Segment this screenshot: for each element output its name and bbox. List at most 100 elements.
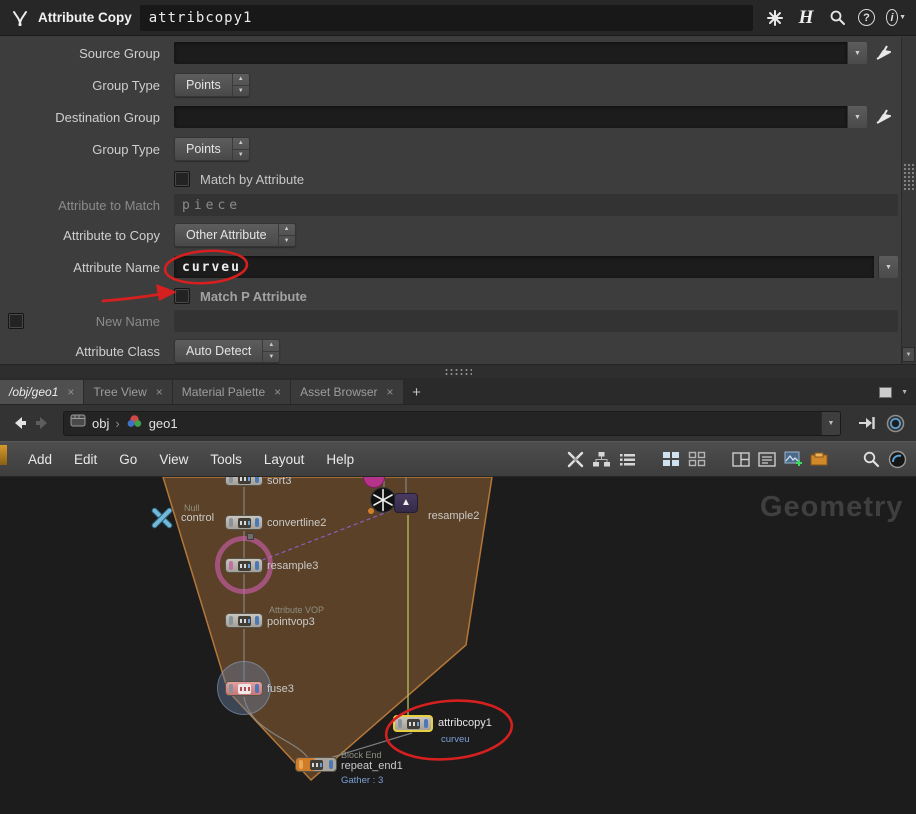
node-convertline2[interactable] <box>225 515 263 530</box>
close-icon[interactable]: × <box>67 385 74 399</box>
pin-icon[interactable] <box>855 412 879 434</box>
node-label-attribcopy1: attribcopy1 <box>438 717 492 729</box>
pane-link-badge[interactable] <box>0 445 7 465</box>
match-p-attribute-checkbox[interactable] <box>174 288 190 304</box>
close-icon[interactable]: × <box>274 385 281 399</box>
param-row-source-group: Source Group ▼ <box>0 40 898 66</box>
help-icon[interactable]: ? <box>858 9 875 26</box>
node-sort3[interactable] <box>225 477 263 486</box>
back-icon[interactable] <box>9 412 31 434</box>
menu-go[interactable]: Go <box>108 442 148 476</box>
menu-add[interactable]: Add <box>17 442 63 476</box>
tab-menu-icon[interactable]: ▼ <box>901 389 908 396</box>
new-tab-button[interactable]: + <box>404 380 430 404</box>
search-icon[interactable] <box>827 8 847 28</box>
attribute-name-menu-button[interactable]: ▼ <box>878 256 898 278</box>
node-name-input[interactable]: attribcopy1 <box>139 4 753 31</box>
link-radio-icon[interactable] <box>883 412 907 434</box>
param-row-match-by-attribute: Match by Attribute <box>0 166 898 192</box>
param-label: Attribute Name <box>73 259 160 275</box>
checkbox-label: Match by Attribute <box>200 171 305 187</box>
node-fuse3[interactable] <box>225 681 263 696</box>
destination-group-menu-button[interactable]: ▼ <box>847 106 867 128</box>
parameters-pane-icon[interactable] <box>754 447 780 471</box>
grid-outline-icon[interactable] <box>684 447 710 471</box>
attribute-name-input[interactable]: curveu <box>174 256 874 278</box>
node-resample2[interactable]: ▲ <box>394 493 418 513</box>
param-row-group-type-1: Group Type Points ▲ ▼ <box>0 72 898 98</box>
close-icon[interactable]: × <box>387 385 394 399</box>
combo-spinner[interactable]: ▲ ▼ <box>277 224 295 246</box>
menu-layout[interactable]: Layout <box>253 442 316 476</box>
pane-layout-icon[interactable] <box>728 447 754 471</box>
output-arrow-icon: ▲ <box>401 497 411 508</box>
node-attribcopy1[interactable] <box>393 715 433 732</box>
new-name-enable-checkbox[interactable] <box>8 313 24 329</box>
path-segment-geo1[interactable]: geo1 <box>149 416 178 431</box>
gear-icon[interactable] <box>765 8 785 28</box>
spin-down-icon: ▼ <box>268 353 275 360</box>
snapshot-add-icon[interactable] <box>780 447 806 471</box>
combo-spinner[interactable]: ▲ ▼ <box>262 340 280 362</box>
attribute-to-copy-combo[interactable]: Other Attribute ▲ ▼ <box>174 223 296 247</box>
node-label-fuse3: fuse3 <box>267 683 294 695</box>
select-group-arrow-icon[interactable] <box>872 41 898 65</box>
attribute-class-combo[interactable]: Auto Detect ▲ ▼ <box>174 339 281 363</box>
select-group-arrow-icon[interactable] <box>872 105 898 129</box>
view-options-icon[interactable] <box>884 447 910 471</box>
pane-tab-bar: /obj/geo1 × Tree View × Material Palette… <box>0 378 916 404</box>
menu-edit[interactable]: Edit <box>63 442 108 476</box>
grid-filled-icon[interactable] <box>658 447 684 471</box>
parameter-scrollbar[interactable]: ▼ <box>901 37 916 364</box>
network-editor[interactable]: Geometry sort3 ▲ resample2 Null control … <box>0 477 916 814</box>
combo-spinner[interactable]: ▲ ▼ <box>231 74 249 96</box>
maximize-pane-icon[interactable] <box>879 386 893 398</box>
menu-tools[interactable]: Tools <box>199 442 253 476</box>
path-field[interactable]: obj › geo1 ▼ <box>63 410 841 436</box>
context-watermark: Geometry <box>760 491 904 523</box>
chevron-down-icon: ▼ <box>854 113 861 121</box>
param-label: Attribute to Match <box>58 197 160 213</box>
path-dropdown-button[interactable]: ▼ <box>821 411 840 435</box>
path-segment-obj[interactable]: obj <box>92 416 109 431</box>
divider-grip[interactable] <box>444 368 472 376</box>
combo-spinner[interactable]: ▲ ▼ <box>231 138 249 160</box>
node-type-repeat-end1: Block End <box>341 750 382 760</box>
tools-icon[interactable] <box>562 447 588 471</box>
param-label: Group Type <box>92 141 160 157</box>
node-info-repeat-end1: Gather : 3 <box>341 775 384 786</box>
spin-up-icon: ▲ <box>278 224 295 236</box>
tab-material-palette[interactable]: Material Palette × <box>172 380 291 404</box>
splitter-grip[interactable] <box>903 163 914 191</box>
source-group-input[interactable] <box>174 42 847 64</box>
list-view-icon[interactable] <box>614 447 640 471</box>
node-label-repeat-end1: repeat_end1 <box>341 760 403 772</box>
tab-tree-view[interactable]: Tree View × <box>84 380 172 404</box>
group-type-2-combo[interactable]: Points ▲ ▼ <box>174 137 250 161</box>
node-pointvop3[interactable] <box>225 613 263 628</box>
menu-view[interactable]: View <box>148 442 199 476</box>
pane-menu-icon[interactable]: i ▼ <box>886 8 906 28</box>
tab-obj-geo1[interactable]: /obj/geo1 × <box>0 380 84 404</box>
close-icon[interactable]: × <box>156 385 163 399</box>
shelf-icon[interactable] <box>806 447 832 471</box>
param-row-attribute-name: Attribute Name curveu ▼ <box>0 254 898 280</box>
destination-group-input[interactable] <box>174 106 847 128</box>
match-by-attribute-checkbox[interactable] <box>174 171 190 187</box>
menu-help[interactable]: Help <box>315 442 365 476</box>
node-repeat-end1[interactable] <box>295 757 337 772</box>
houdini-logo-icon[interactable]: H <box>796 7 816 28</box>
source-group-menu-button[interactable]: ▼ <box>847 42 867 64</box>
scroll-down-button[interactable]: ▼ <box>902 347 915 362</box>
locked-node-badge[interactable] <box>369 486 397 519</box>
node-resample3[interactable] <box>225 558 263 573</box>
param-row-attribute-to-match: Attribute to Match piece <box>0 192 898 218</box>
tree-view-icon[interactable] <box>588 447 614 471</box>
checkbox-label: Match P Attribute <box>200 288 307 304</box>
forward-icon[interactable] <box>31 412 53 434</box>
pane-divider[interactable] <box>0 364 916 378</box>
node-control-null[interactable] <box>147 506 177 535</box>
group-type-1-combo[interactable]: Points ▲ ▼ <box>174 73 250 97</box>
tab-asset-browser[interactable]: Asset Browser × <box>291 380 403 404</box>
search-icon[interactable] <box>858 447 884 471</box>
